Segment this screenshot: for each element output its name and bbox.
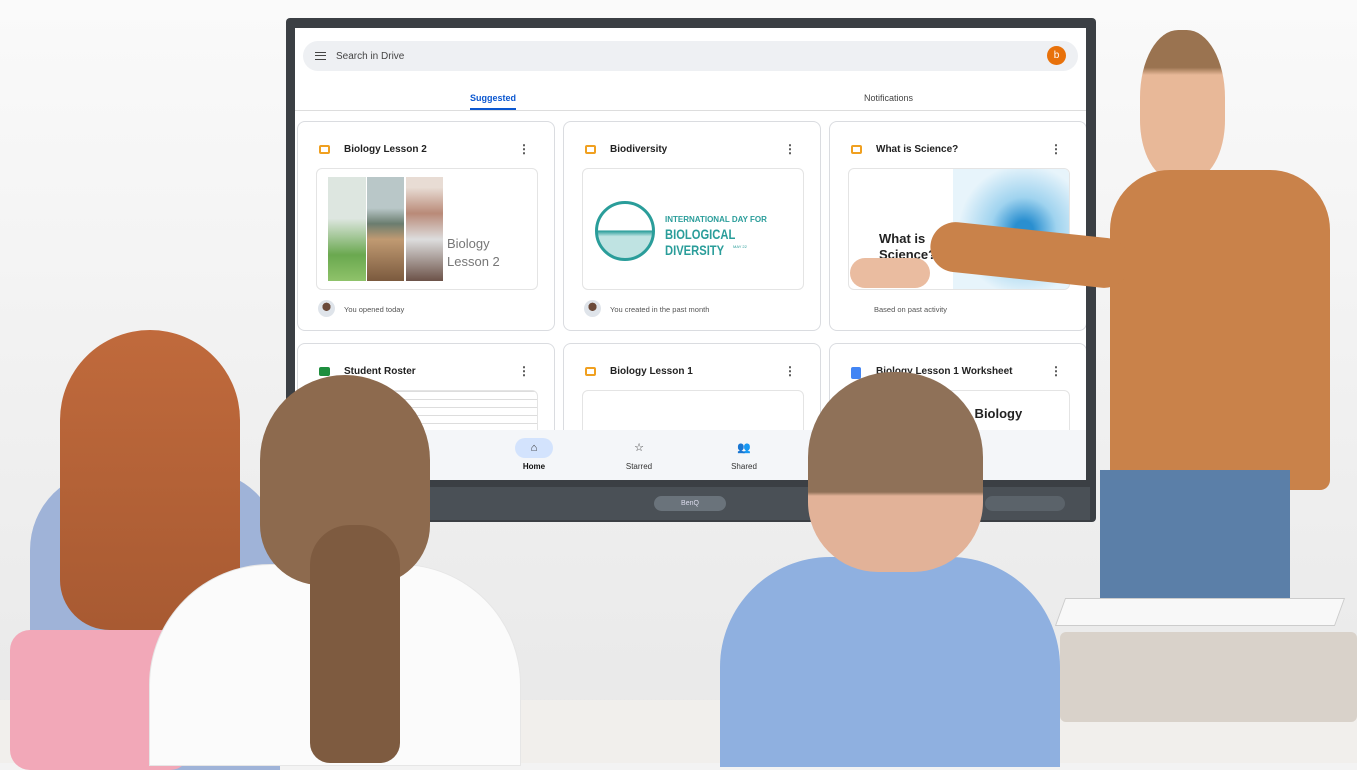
- file-card[interactable]: Biodiversity ⋮ INTERNATIONAL DAY FOR BIO…: [563, 121, 821, 331]
- student-girl-center: [150, 375, 520, 765]
- activity-text: You created in the past month: [610, 305, 710, 314]
- nav-label: Starred: [625, 462, 653, 471]
- thumbnail-text: BIOLOGICAL DIVERSITY: [665, 226, 736, 258]
- teacher-hand: [850, 258, 930, 288]
- notebook: [1054, 598, 1346, 626]
- menu-icon[interactable]: [315, 52, 326, 60]
- slides-icon: [319, 145, 330, 154]
- more-options-icon[interactable]: ⋮: [518, 142, 530, 156]
- file-title: What is Science?: [876, 144, 959, 155]
- file-title: Biodiversity: [610, 144, 668, 155]
- slides-icon: [585, 145, 596, 154]
- tab-suggested[interactable]: Suggested: [470, 93, 517, 110]
- thumbnail-text: MAY 22: [733, 244, 747, 249]
- activity-text: You opened today: [344, 305, 405, 314]
- file-title: Biology Lesson 1: [610, 366, 693, 377]
- globe-logo: [595, 201, 655, 261]
- owner-avatar: [318, 300, 335, 317]
- teacher: [927, 30, 1340, 610]
- home-icon: ⌂: [515, 438, 553, 458]
- file-card[interactable]: Biology Lesson 2 ⋮ Biology Lesson 2 You …: [297, 121, 555, 331]
- slides-icon: [585, 367, 596, 376]
- more-options-icon[interactable]: ⋮: [784, 142, 796, 156]
- account-avatar[interactable]: b: [1047, 46, 1066, 65]
- slides-icon: [851, 145, 862, 154]
- nav-starred[interactable]: ☆ Starred: [609, 438, 669, 471]
- file-thumbnail: Biology Lesson 2: [316, 168, 538, 290]
- thumbnail-text: INTERNATIONAL DAY FOR: [665, 215, 767, 224]
- file-thumbnail: INTERNATIONAL DAY FOR BIOLOGICAL DIVERSI…: [582, 168, 804, 290]
- tab-notifications[interactable]: Notifications: [864, 93, 913, 103]
- owner-avatar: [584, 300, 601, 317]
- tab-bar: Suggested Notifications: [295, 88, 1086, 111]
- more-options-icon[interactable]: ⋮: [1050, 142, 1062, 156]
- search-placeholder: Search in Drive: [336, 50, 405, 62]
- student-boy: [720, 372, 1060, 767]
- search-bar[interactable]: Search in Drive b: [303, 41, 1078, 71]
- chair: [1060, 632, 1357, 722]
- activity-text: Based on past activity: [874, 305, 947, 314]
- brand-badge: BenQ: [654, 496, 726, 511]
- nav-label: Home: [522, 462, 546, 471]
- thumbnail-text: Biology Lesson 2: [447, 236, 500, 269]
- file-title: Biology Lesson 2: [344, 144, 427, 155]
- star-icon: ☆: [634, 442, 644, 454]
